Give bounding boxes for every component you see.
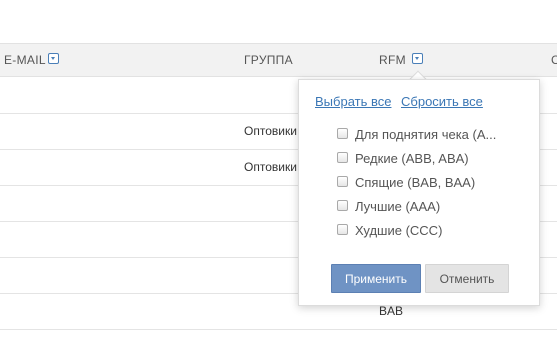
rfm-filter-popup: Выбрать все Сбросить все Для поднятия че… [298,79,540,306]
option-checkbox[interactable] [337,200,348,211]
rfm-filter-icon[interactable] [411,53,423,64]
option-checkbox[interactable] [337,224,348,235]
group-cell: Оптовики [244,124,297,138]
column-header-rfm-label: RFM [379,53,406,67]
cancel-button[interactable]: Отменить [425,264,509,293]
rfm-cell: BAB [379,304,404,318]
option-label: Редкие (ABB, ABA) [355,151,469,166]
email-filter-icon[interactable] [47,53,59,64]
reset-all-link[interactable]: Сбросить все [401,94,483,109]
group-cell: Оптовики [244,160,297,174]
column-header-next[interactable]: С [551,53,557,67]
column-header-rfm[interactable]: RFM [379,53,423,67]
option-label: Спящие (BAB, BAA) [355,175,476,190]
option-checkbox[interactable] [337,128,348,139]
option-checkbox[interactable] [337,152,348,163]
apply-button[interactable]: Применить [331,264,421,293]
option-label: Для поднятия чека (A... [355,127,497,142]
column-header-email[interactable]: E-MAIL [4,53,59,67]
option-checkbox[interactable] [337,176,348,187]
column-header-email-label: E-MAIL [4,53,46,67]
option-label: Лучшие (AAA) [355,199,441,214]
column-header-group[interactable]: ГРУППА [244,53,293,67]
select-all-link[interactable]: Выбрать все [315,94,391,109]
option-label: Худшие (CCC) [355,223,443,238]
table-header: E-MAIL ГРУППА RFM С [0,43,557,77]
